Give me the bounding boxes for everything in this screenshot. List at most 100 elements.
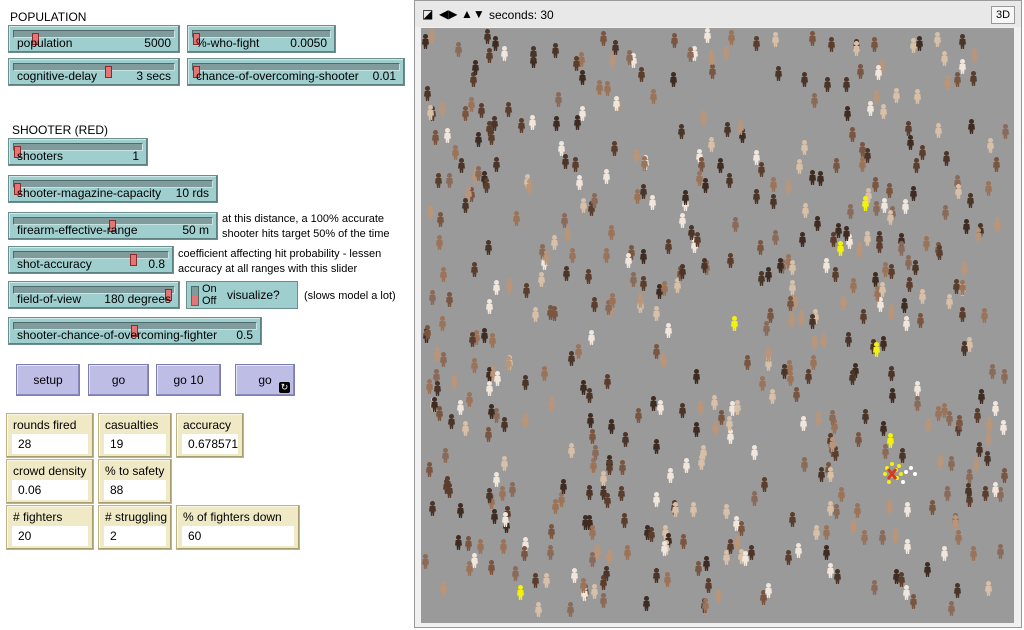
crowd-person: [585, 485, 594, 500]
world-canvas[interactable]: [421, 28, 1014, 623]
crowd-person: [542, 573, 551, 588]
visualize-switch[interactable]: On Off visualize?: [186, 281, 298, 309]
crowd-person: [433, 381, 442, 396]
crowd-person: [954, 184, 963, 199]
crowd-person: [528, 115, 537, 130]
go-forever-button[interactable]: go ↻: [235, 364, 295, 396]
crowd-person: [465, 392, 474, 407]
crowd-person: [426, 205, 435, 220]
go-button[interactable]: go: [88, 364, 149, 396]
crowd-person: [666, 468, 675, 483]
monitor-value: 60: [182, 526, 294, 546]
slider-label: %-who-fight: [196, 36, 260, 50]
shooter-section-title: SHOOTER (RED): [12, 123, 108, 137]
crowd-person: [922, 236, 931, 251]
crowd-person: [784, 180, 793, 195]
crowd-person: [612, 96, 621, 111]
crowd-person: [726, 429, 735, 444]
crowd-person: [936, 455, 945, 470]
slider-value: 1: [132, 149, 139, 163]
left-right-arrows-icon[interactable]: ◀▶: [439, 7, 457, 21]
crowd-person: [960, 341, 969, 356]
crowd-person: [731, 217, 740, 232]
crowd-person: [637, 67, 646, 82]
crowd-person: [550, 306, 559, 321]
crowd-person: [771, 230, 780, 245]
crowd-person: [769, 177, 778, 192]
crowd-person: [752, 150, 761, 165]
crowd-person: [445, 483, 454, 498]
slider-thumb[interactable]: [130, 254, 137, 266]
crowd-person: [966, 193, 975, 208]
switch-off-label: Off: [202, 295, 217, 307]
crowd-person: [859, 309, 868, 324]
shooter-magazine-capacity-slider[interactable]: shooter-magazine-capacity 10 rds: [8, 175, 218, 203]
setup-button[interactable]: setup: [16, 364, 80, 396]
crowd-person: [799, 416, 808, 431]
crowd-person: [870, 580, 879, 595]
crowd-person: [953, 72, 962, 87]
crowd-person: [438, 102, 447, 117]
crowd-person: [874, 65, 883, 80]
field-of-view-slider[interactable]: field-of-view 180 degrees: [8, 281, 180, 309]
crowd-person: [897, 241, 906, 256]
up-down-arrows-icon[interactable]: ▲▼: [461, 7, 485, 21]
crowd-person: [985, 417, 994, 432]
crowd-person: [493, 371, 502, 386]
fighter-person: [730, 316, 739, 331]
crowd-person: [941, 205, 950, 220]
3d-button[interactable]: 3D: [991, 6, 1015, 24]
crowd-person: [434, 173, 443, 188]
crowd-person: [760, 477, 769, 492]
cognitive-delay-slider[interactable]: cognitive-delay 3 secs: [8, 58, 180, 86]
crowd-person: [439, 581, 448, 596]
crowd-person: [586, 413, 595, 428]
slider-thumb[interactable]: [105, 66, 112, 78]
crowd-person: [970, 48, 979, 63]
switch-knob[interactable]: [191, 286, 199, 306]
crowd-person: [652, 306, 661, 321]
population-slider[interactable]: population 5000: [8, 25, 180, 53]
crowd-person: [801, 203, 810, 218]
crowd-person: [457, 158, 466, 173]
crowd-person: [678, 264, 687, 279]
crowd-person: [476, 539, 485, 554]
shooter-chance-of-overcoming-fighter-slider[interactable]: shooter-chance-of-overcoming-fighter 0.5: [8, 317, 262, 345]
firearm-effective-range-slider[interactable]: firearm-effective-range 50 m: [8, 212, 218, 240]
crowd-person: [483, 29, 492, 44]
pct-who-fight-slider[interactable]: %-who-fight 0.0050: [187, 25, 336, 53]
range-note-line: shooter hits target 50% of the time: [222, 228, 390, 240]
crowd-person: [913, 381, 922, 396]
crowd-person: [554, 92, 563, 107]
crowd-person: [499, 539, 508, 554]
crowd-person: [547, 396, 556, 411]
crowd-person: [588, 429, 597, 444]
crowd-person: [786, 296, 795, 311]
range-note-line: at this distance, a 100% accurate: [222, 213, 385, 225]
crowd-person: [500, 456, 509, 471]
crowd-person: [443, 128, 452, 143]
crowd-person: [470, 262, 479, 277]
crowd-person: [624, 253, 633, 268]
crowd-person: [451, 145, 460, 160]
slider-label: population: [17, 36, 73, 50]
monitor-label: crowd density: [13, 464, 87, 478]
fighter-person: [872, 342, 881, 357]
crowd-person: [741, 551, 750, 566]
crowd-person: [872, 201, 881, 216]
shot-accuracy-slider[interactable]: shot-accuracy 0.8: [8, 246, 174, 274]
chance-of-overcoming-shooter-slider[interactable]: chance-of-overcoming-shooter 0.01: [187, 58, 405, 86]
crowd-person: [681, 190, 690, 205]
crowd-person: [704, 578, 713, 593]
crowd-person: [951, 515, 960, 530]
crowd-person: [575, 175, 584, 190]
crowd-person: [703, 28, 712, 43]
crowd-person: [918, 289, 927, 304]
crowd-person: [639, 276, 648, 291]
view-shape-icon[interactable]: ◪: [422, 7, 433, 21]
crowd-person: [537, 272, 546, 287]
shooters-slider[interactable]: shooters 1: [8, 138, 148, 166]
go-10-button[interactable]: go 10: [156, 364, 221, 396]
crowd-person: [578, 70, 587, 85]
crowd-person: [512, 211, 521, 226]
